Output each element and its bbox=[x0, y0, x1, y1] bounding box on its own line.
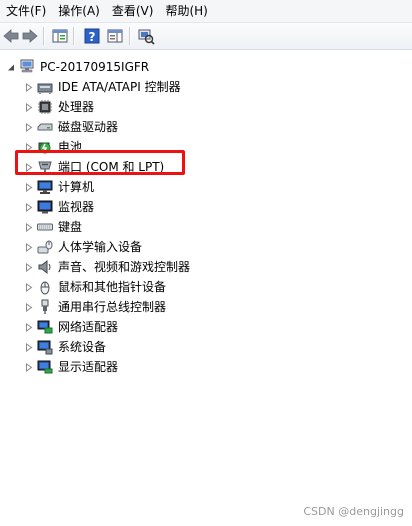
monitor-icon bbox=[37, 200, 53, 214]
forward-arrow-icon[interactable] bbox=[21, 27, 39, 45]
collapsed-arrow-icon[interactable] bbox=[25, 183, 33, 192]
collapsed-arrow-icon[interactable] bbox=[25, 323, 33, 332]
tree-item-system-device[interactable]: 系统设备 bbox=[0, 337, 412, 357]
tree-item-ide[interactable]: IDE ATA/ATAPI 控制器 bbox=[0, 77, 412, 97]
sound-icon bbox=[38, 259, 51, 275]
tree-item-network[interactable]: 网络适配器 bbox=[0, 317, 412, 337]
collapsed-arrow-icon[interactable] bbox=[25, 343, 33, 352]
tree-item-label: 人体学输入设备 bbox=[58, 240, 143, 254]
menu-help[interactable]: 帮助(H) bbox=[159, 0, 213, 22]
tree-item-label: 显示适配器 bbox=[58, 360, 119, 374]
processor-icon bbox=[38, 100, 52, 114]
mouse-icon bbox=[40, 281, 50, 295]
toolbar-separator bbox=[73, 27, 75, 45]
tree-item-label: 鼠标和其他指针设备 bbox=[58, 280, 167, 294]
tree-item-processor[interactable]: 处理器 bbox=[0, 97, 412, 117]
usb-icon bbox=[41, 299, 49, 314]
computer-icon bbox=[37, 180, 53, 194]
expanded-arrow-icon[interactable] bbox=[7, 63, 15, 72]
svg-text:?: ? bbox=[89, 30, 96, 44]
collapsed-arrow-icon[interactable] bbox=[25, 83, 33, 92]
menu-action[interactable]: 操作(A) bbox=[52, 0, 106, 22]
hid-icon bbox=[37, 240, 53, 254]
tree-item-keyboard[interactable]: 键盘 bbox=[0, 217, 412, 237]
collapsed-arrow-icon[interactable] bbox=[25, 283, 33, 292]
tree-item-display-adapter[interactable]: 显示适配器 bbox=[0, 357, 412, 377]
menu-bar: 文件(F) 操作(A) 查看(V) 帮助(H) bbox=[0, 0, 412, 23]
collapsed-arrow-icon[interactable] bbox=[25, 223, 33, 232]
tree-item-label: 声音、视频和游戏控制器 bbox=[58, 260, 191, 274]
tree-item-label: IDE ATA/ATAPI 控制器 bbox=[58, 80, 181, 94]
computer-root-icon bbox=[20, 59, 34, 73]
tree-item-hid[interactable]: 人体学输入设备 bbox=[0, 237, 412, 257]
collapsed-arrow-icon[interactable] bbox=[25, 263, 33, 272]
tree-item-computer[interactable]: 计算机 bbox=[0, 177, 412, 197]
disk-drive-icon bbox=[37, 123, 53, 131]
help-icon[interactable]: ? bbox=[83, 27, 101, 45]
tree-item-label: 监视器 bbox=[58, 200, 95, 214]
tree-item-sound[interactable]: 声音、视频和游戏控制器 bbox=[0, 257, 412, 277]
tree-item-disk-drive[interactable]: 磁盘驱动器 bbox=[0, 117, 412, 137]
tree-root-label: PC-20170915IGFR bbox=[40, 60, 150, 74]
collapsed-arrow-icon[interactable] bbox=[25, 103, 33, 112]
system-device-icon bbox=[37, 340, 53, 355]
collapsed-arrow-icon[interactable] bbox=[25, 303, 33, 312]
ide-controller-icon bbox=[37, 83, 53, 94]
watermark: CSDN @dengjingg bbox=[303, 505, 404, 518]
tree-item-mouse[interactable]: 鼠标和其他指针设备 bbox=[0, 277, 412, 297]
toolbar: ? bbox=[0, 23, 412, 50]
menu-file[interactable]: 文件(F) bbox=[0, 0, 52, 22]
tree-item-label: 通用串行总线控制器 bbox=[58, 300, 167, 314]
show-hide-tree-icon[interactable] bbox=[51, 27, 69, 45]
tree-item-label: 计算机 bbox=[58, 180, 95, 194]
network-adapter-icon bbox=[37, 320, 53, 334]
scan-hardware-icon[interactable] bbox=[137, 27, 155, 45]
tree-root[interactable]: PC-20170915IGFR bbox=[0, 57, 412, 77]
tree-item-usb[interactable]: 通用串行总线控制器 bbox=[0, 297, 412, 317]
toolbar-separator bbox=[129, 27, 131, 45]
tree-item-label: 键盘 bbox=[58, 220, 83, 234]
highlight-box bbox=[15, 150, 185, 175]
keyboard-icon bbox=[37, 223, 53, 231]
collapsed-arrow-icon[interactable] bbox=[25, 203, 33, 212]
toolbar-separator bbox=[43, 27, 45, 45]
display-adapter-icon bbox=[37, 360, 53, 374]
tree-item-label: 磁盘驱动器 bbox=[58, 120, 119, 134]
collapsed-arrow-icon[interactable] bbox=[25, 123, 33, 132]
back-arrow-icon[interactable] bbox=[2, 27, 20, 45]
tree-item-monitor[interactable]: 监视器 bbox=[0, 197, 412, 217]
collapsed-arrow-icon[interactable] bbox=[25, 243, 33, 252]
tree-item-label: 网络适配器 bbox=[58, 320, 119, 334]
collapsed-arrow-icon[interactable] bbox=[25, 363, 33, 372]
tree-item-label: 系统设备 bbox=[58, 340, 107, 354]
menu-view[interactable]: 查看(V) bbox=[106, 0, 160, 22]
tree-item-label: 处理器 bbox=[58, 100, 95, 114]
properties-icon[interactable] bbox=[106, 27, 124, 45]
